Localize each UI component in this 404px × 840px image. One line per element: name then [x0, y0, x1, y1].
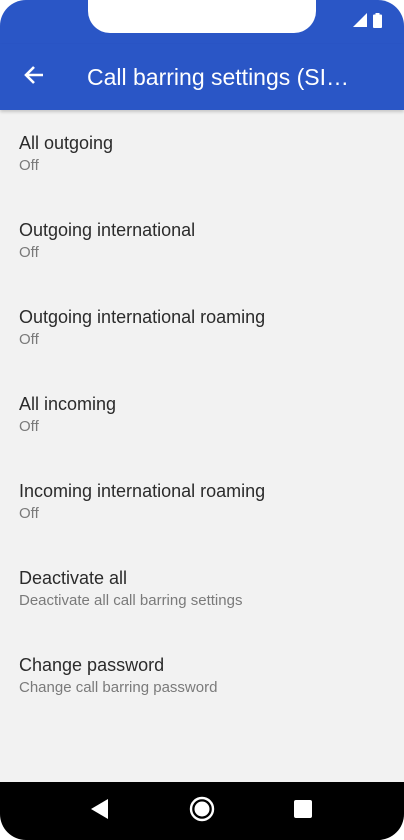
settings-list: All outgoing Off Outgoing international …	[0, 110, 404, 719]
setting-summary: Off	[19, 157, 39, 174]
status-bar	[0, 0, 404, 44]
setting-summary: Off	[19, 331, 39, 348]
back-button[interactable]	[18, 61, 50, 93]
nav-recents-icon	[294, 799, 312, 823]
nav-home-button[interactable]	[187, 796, 217, 826]
setting-all-outgoing[interactable]: All outgoing Off	[0, 110, 404, 197]
setting-title: Deactivate all	[19, 568, 128, 588]
setting-title: Incoming international roaming	[19, 481, 266, 501]
setting-summary: Change call barring password	[19, 679, 218, 696]
setting-title: Outgoing international roaming	[19, 307, 266, 327]
status-icons	[353, 12, 382, 28]
nav-back-button[interactable]	[85, 796, 115, 826]
page-title: Call barring settings (SI…	[87, 64, 350, 90]
setting-all-incoming[interactable]: All incoming Off	[0, 371, 404, 458]
setting-title: Change password	[19, 655, 165, 675]
setting-summary: Deactivate all call barring settings	[19, 592, 243, 609]
app-bar: Call barring settings (SI…	[0, 44, 404, 110]
setting-outgoing-international[interactable]: Outgoing international Off	[0, 197, 404, 284]
phone-screen: Call barring settings (SI… All outgoing …	[0, 0, 404, 840]
setting-outgoing-international-roaming[interactable]: Outgoing international roaming Off	[0, 284, 404, 371]
arrow-back-icon	[23, 64, 45, 91]
nav-home-icon	[189, 796, 215, 827]
setting-summary: Off	[19, 244, 39, 261]
setting-incoming-international-roaming[interactable]: Incoming international roaming Off	[0, 458, 404, 545]
battery-icon	[373, 12, 382, 28]
setting-title: All incoming	[19, 394, 117, 414]
setting-change-password[interactable]: Change password Change call barring pass…	[0, 632, 404, 719]
setting-title: Outgoing international	[19, 220, 196, 240]
signal-icon	[353, 13, 367, 27]
setting-title: All outgoing	[19, 133, 114, 153]
nav-back-icon	[91, 798, 109, 824]
setting-summary: Off	[19, 505, 39, 522]
setting-summary: Off	[19, 418, 39, 435]
navigation-bar	[0, 782, 404, 840]
setting-deactivate-all[interactable]: Deactivate all Deactivate all call barri…	[0, 545, 404, 632]
nav-recents-button[interactable]	[288, 796, 318, 826]
display-notch	[88, 0, 316, 33]
